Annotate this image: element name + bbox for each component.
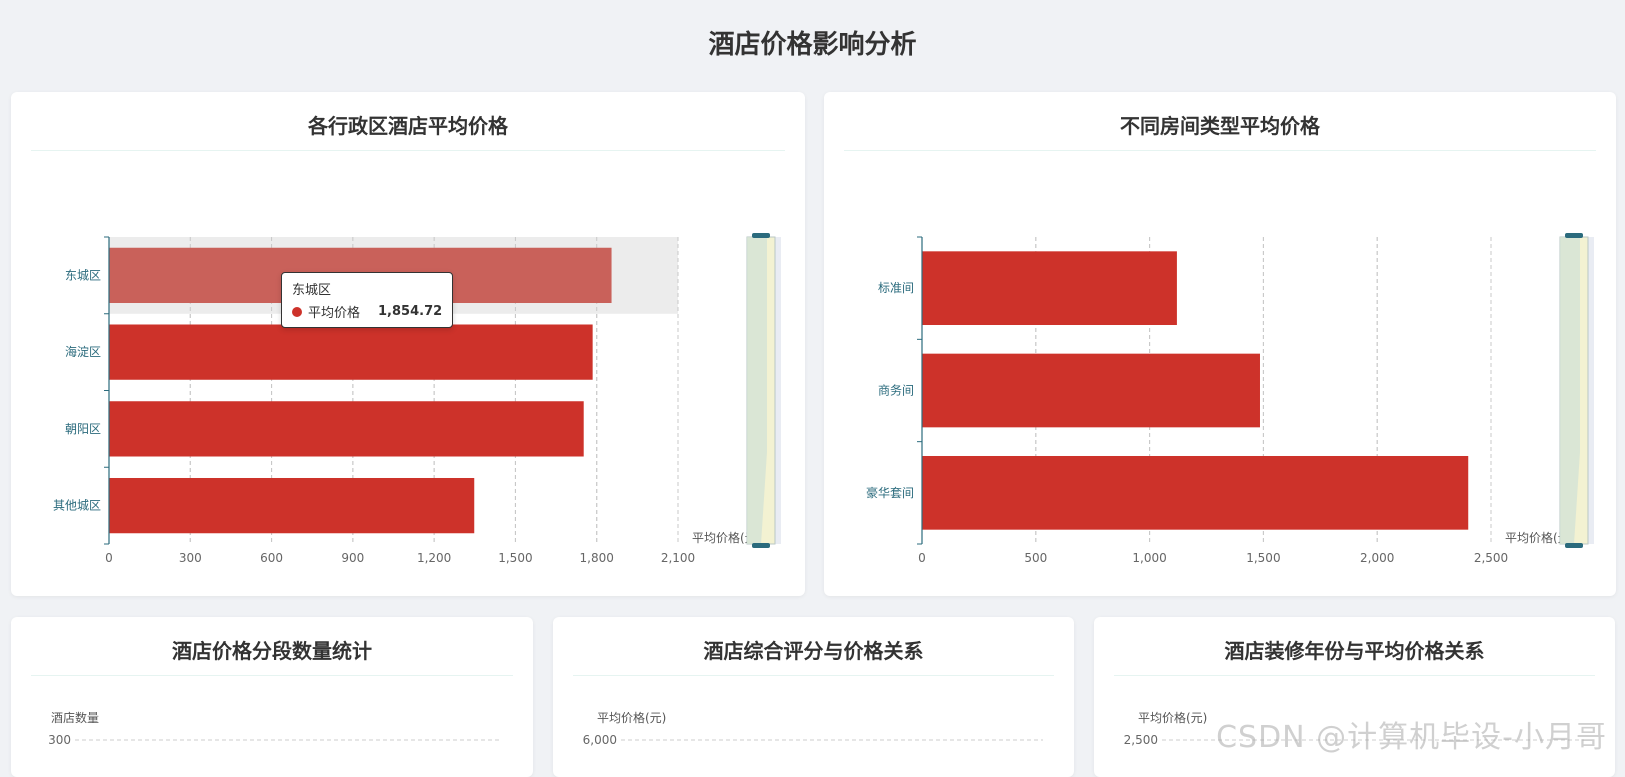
category-label: 东城区 bbox=[65, 268, 101, 282]
district-price-card: 各行政区酒店平均价格 0 300 600 900 1,200 1,500 1,800 2,10… bbox=[11, 92, 805, 596]
x-tick-label: 1,800 bbox=[580, 551, 614, 565]
tooltip-series-dot bbox=[292, 306, 302, 317]
category-label: 朝阳区 bbox=[65, 422, 101, 436]
zoom-handle-bottom[interactable] bbox=[1565, 543, 1583, 548]
x-tick-label: 1,000 bbox=[1132, 551, 1166, 565]
bar[interactable] bbox=[922, 251, 1177, 326]
y-tick-label: 300 bbox=[48, 733, 71, 747]
x-tick-label: 1,500 bbox=[1246, 551, 1280, 565]
bar[interactable] bbox=[922, 455, 1469, 530]
x-tick-label: 0 bbox=[105, 551, 113, 565]
price-segment-card: 酒店价格分段数量统计 酒店数量 300 bbox=[11, 617, 533, 777]
x-tick-label: 2,500 bbox=[1474, 551, 1508, 565]
category-label: 商务间 bbox=[878, 383, 914, 398]
room-type-price-chart: 0 500 1,000 1,500 2,000 2,500标准间商务间豪华套间平均价格(元… bbox=[866, 233, 1594, 565]
bar[interactable] bbox=[109, 401, 584, 457]
page-title: 酒店价格影响分析 bbox=[708, 30, 917, 60]
bar[interactable] bbox=[109, 324, 593, 380]
y-axis-name: 酒店数量 bbox=[51, 710, 99, 725]
category-label: 其他城区 bbox=[53, 499, 101, 513]
district-price-chart: 0 300 600 900 1,200 1,500 1,800 2,100 东城区海淀区朝阳区其… bbox=[53, 233, 781, 565]
district-tooltip: 东城区 平均价格 1,854.72 bbox=[281, 272, 454, 328]
zoom-handle-top[interactable] bbox=[752, 233, 770, 238]
y-axis-name: 平均价格(元) bbox=[1138, 710, 1207, 725]
x-tick-label: 900 bbox=[341, 551, 364, 565]
x-tick-label: 1,200 bbox=[417, 551, 451, 565]
tooltip-series-name: 平均价格 bbox=[308, 306, 361, 321]
bar[interactable] bbox=[922, 353, 1260, 428]
rating-price-card: 酒店综合评分与价格关系 平均价格(元) 6,000 bbox=[553, 617, 1074, 777]
x-tick-label: 1,500 bbox=[498, 551, 532, 565]
x-tick-label: 0 bbox=[918, 551, 926, 565]
room-type-price-card: 不同房间类型平均价格 0 500 1,000 1,500 2,000 2,500 标准间 商务… bbox=[824, 92, 1616, 596]
category-label: 标准间 bbox=[878, 281, 914, 295]
y-axis-name: 平均价格(元) bbox=[597, 710, 666, 725]
zoom-handle-bottom[interactable] bbox=[752, 543, 770, 548]
bar[interactable] bbox=[109, 477, 475, 534]
zoom-handle-top[interactable] bbox=[1565, 233, 1583, 238]
x-tick-label: 2,100 bbox=[661, 551, 695, 565]
csdn-watermark: CSDN @计算机毕设-小月哥 bbox=[1216, 720, 1607, 755]
price-segment-chart: 酒店数量 300 bbox=[48, 710, 501, 747]
x-tick-label: 500 bbox=[1024, 551, 1047, 565]
tooltip-value: 1,854.72 bbox=[378, 304, 443, 319]
rating-price-chart: 平均价格(元) 6,000 bbox=[583, 710, 1043, 747]
category-label: 豪华套间 bbox=[866, 485, 914, 500]
x-tick-label: 2,000 bbox=[1360, 551, 1394, 565]
y-tick-label: 6,000 bbox=[583, 733, 617, 747]
tooltip-category: 东城区 bbox=[292, 283, 332, 298]
x-tick-label: 300 bbox=[179, 551, 202, 565]
category-label: 海淀区 bbox=[65, 344, 101, 359]
y-tick-label: 2,500 bbox=[1124, 733, 1158, 747]
x-tick-label: 600 bbox=[260, 551, 283, 565]
